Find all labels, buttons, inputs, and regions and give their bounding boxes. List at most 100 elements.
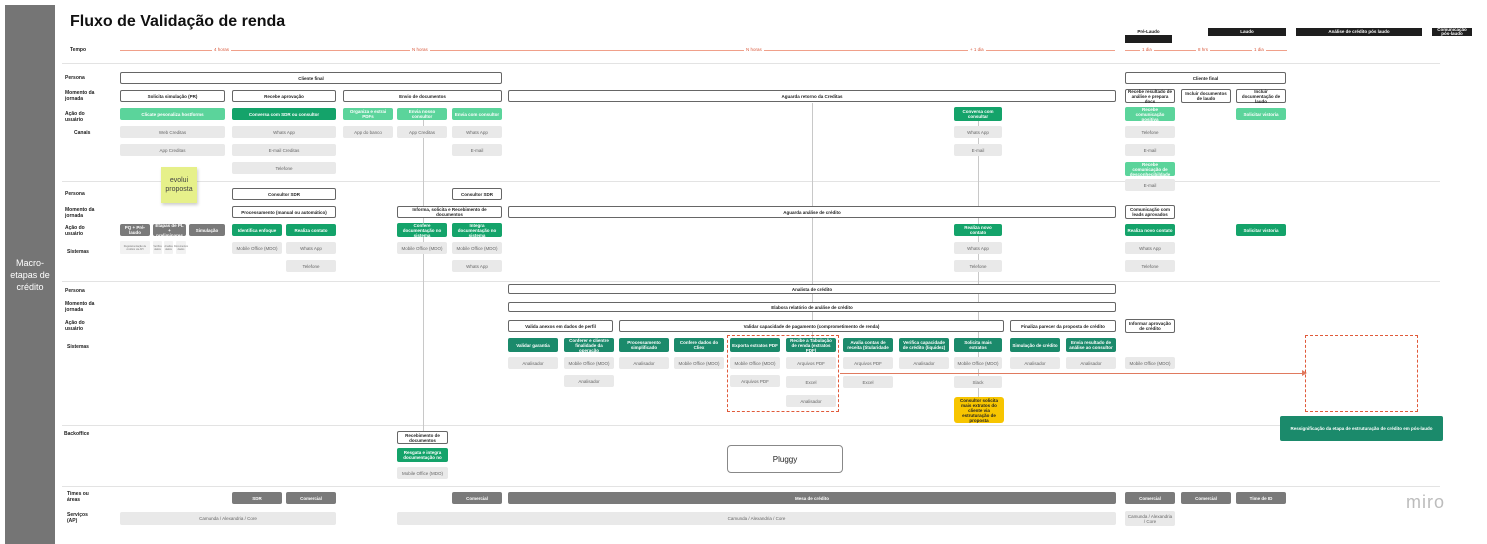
- system-box: Mobile Office (MDO): [397, 242, 447, 254]
- phase-bar: [1125, 35, 1172, 43]
- channel-box: Web Creditas: [120, 126, 225, 138]
- connector-line: [423, 118, 424, 443]
- channel-box: App Creditas: [120, 144, 225, 156]
- system-box: Telefone: [954, 260, 1002, 272]
- team-box: Comercial: [452, 492, 502, 504]
- time-1-day: 1 dia: [1140, 47, 1154, 52]
- momento-box: Processamento (manual ou automático): [232, 206, 336, 218]
- channel-box: E-mail: [1125, 144, 1175, 156]
- action-box: Confere documentação no sistema: [397, 223, 447, 238]
- system-box: Arquivos PDF: [843, 357, 893, 369]
- band-divider: [62, 181, 1440, 182]
- system-box: Whats App: [1125, 242, 1175, 254]
- momento-box: Envio de documentos: [343, 90, 502, 102]
- system-step: Confere dados do Cliex: [674, 338, 724, 352]
- team-box: SDR: [232, 492, 282, 504]
- momento-box: Aguarda análise de crédito: [508, 206, 1116, 218]
- placeholder-dashed-box: [1305, 335, 1418, 412]
- momento-box: Solicita simulação (PR): [120, 90, 225, 102]
- label-servicos: Serviços (AP): [67, 512, 88, 524]
- channel-box: App do banco: [343, 126, 393, 138]
- action-box: Informar aprovação de crédito: [1125, 319, 1175, 333]
- label-backoffice: Backoffice: [64, 431, 90, 437]
- action-box: Valida anexos em dados de perfil: [508, 320, 613, 332]
- time-4h: 4 horas: [212, 47, 232, 52]
- tiny-note: Analisa dados: [164, 241, 173, 254]
- pluggy-box: Pluggy: [727, 445, 843, 473]
- label-acao-2: Ação do usuário: [65, 225, 85, 237]
- action-box: Recebe comunicação positiva: [1125, 107, 1175, 122]
- label-persona-3: Persona: [65, 288, 85, 294]
- phase-analise-pos-laudo: Análise de crédito pós laudo: [1296, 28, 1422, 36]
- band-divider: [62, 63, 1440, 64]
- system-box: Excel: [843, 376, 893, 388]
- system-box: Slack: [954, 376, 1002, 388]
- label-sistemas-2: Sistemas: [67, 249, 89, 255]
- channel-box: E-mail: [452, 144, 502, 156]
- system-step: Processamento simplificado: [619, 338, 669, 352]
- service-box: Camunda / Alexandria / Core: [120, 512, 336, 525]
- macro-stages-sidebar: Macro-etapas de crédito: [5, 5, 55, 544]
- timeline-line: [120, 50, 1115, 51]
- action-box: Etapas de PL + preliminares: [153, 223, 186, 238]
- system-step: Conferer e clientre finalidade da operaç…: [564, 338, 614, 353]
- persona-box: Analista de crédito: [508, 284, 1116, 294]
- momento-box: Aguarda retorno da Creditas: [508, 90, 1116, 102]
- system-box: Mobile Office (MDO): [674, 357, 724, 369]
- page-title: Fluxo de Validação de renda: [70, 13, 286, 30]
- action-box: Integra documentação no sistema: [452, 223, 502, 238]
- momento-box: Elabora relatório de análise de crédito: [508, 302, 1116, 312]
- backoffice-action: Resgata e integra documentação no: [397, 448, 448, 462]
- label-momento-3: Momento da jornada: [65, 301, 95, 313]
- persona-box: Consultor SDR: [452, 188, 502, 200]
- system-step: Envia resultado de análise ao consultor: [1066, 338, 1116, 352]
- sticky-note: evolui proposta: [161, 167, 197, 203]
- system-box: Analisador: [1010, 357, 1060, 369]
- band-divider: [62, 486, 1440, 487]
- tiny-note: Verifica dados: [153, 241, 162, 254]
- system-step: Solicita mais extratos: [954, 338, 1002, 352]
- connector-line: [978, 118, 979, 398]
- label-momento-2: Momento da jornada: [65, 207, 95, 219]
- system-box: Mobile Office (MDO): [564, 357, 614, 369]
- action-box: Conversa com consultar: [954, 107, 1002, 121]
- action-box: PQ + Pré-laudo: [120, 224, 150, 236]
- persona-box: Cliente final: [1125, 72, 1286, 84]
- action-box: Solicitar vistoria: [1236, 224, 1286, 236]
- momento-box: Recebe aprovação: [232, 90, 336, 102]
- action-box: Realiza novo contato: [954, 224, 1002, 236]
- action-box: Envia com consultor: [452, 108, 502, 120]
- team-box: Comercial: [1181, 492, 1231, 504]
- system-box: Whats App: [452, 260, 502, 272]
- label-times: Times ou áreas: [67, 491, 89, 503]
- channel-box: Whats App: [452, 126, 502, 138]
- phase-laudo: Laudo: [1208, 28, 1286, 36]
- system-box: Mobile Office (MDO): [452, 242, 502, 254]
- yellow-note: Consultor solicita mais extratos do clie…: [954, 397, 1004, 423]
- momento-box: Comunicação com leads aprovados: [1125, 205, 1175, 219]
- time-plus-1-day: + 1 dia: [968, 47, 986, 52]
- action-box: Solicitar vistoria: [1236, 108, 1286, 120]
- action-box: Clicate pesonaliza hostforms: [120, 108, 225, 120]
- backoffice-box: Recebimento de documentos: [397, 431, 448, 444]
- action-box: Simulação: [189, 224, 225, 236]
- label-acao-3: Ação do usuário: [65, 320, 85, 332]
- band-divider: [62, 425, 1440, 426]
- system-box: Analisador: [508, 357, 558, 369]
- channel-box: E-mail Creditas: [232, 144, 336, 156]
- band-divider: [62, 281, 1440, 282]
- momento-box: Recebe resultado de análise e prepara do…: [1125, 89, 1175, 104]
- team-box: Time de ID: [1236, 492, 1286, 504]
- time-n-hours: N horas: [410, 47, 430, 52]
- channel-box: Whats App: [232, 126, 336, 138]
- system-box: Whats App: [954, 242, 1002, 254]
- system-box: Whats App: [286, 242, 336, 254]
- system-step: Validar garantia: [508, 338, 558, 352]
- label-momento: Momento da jornada: [65, 90, 95, 102]
- miro-logo: miro: [1406, 492, 1445, 512]
- cta-box: Ressignificação da etapa de estruturação…: [1280, 416, 1443, 441]
- channel-box: App Creditas: [397, 126, 447, 138]
- phase-pre-laudo: Pré-Laudo: [1137, 29, 1160, 34]
- time-n-hours-2: N horas: [744, 47, 764, 52]
- persona-box: Cliente final: [120, 72, 502, 84]
